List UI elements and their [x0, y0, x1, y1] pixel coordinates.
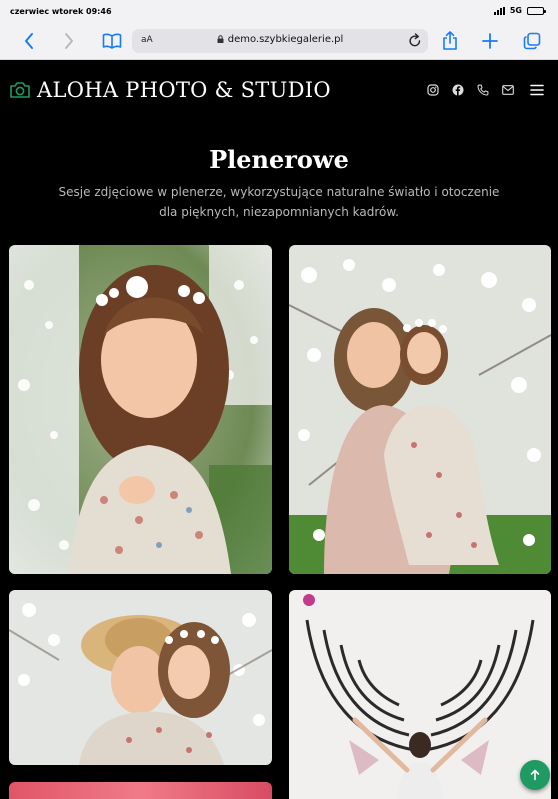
mother-daughter-blossoms-photo — [289, 245, 551, 574]
url-display[interactable]: demo.szybkiegalerie.pl — [132, 34, 428, 45]
phone-icon — [477, 84, 489, 96]
status-time: czerwiec wtorek 09:46 — [10, 7, 112, 16]
menu-button[interactable] — [530, 83, 544, 97]
brand-logo-link[interactable]: ALOHA PHOTO & STUDIO — [9, 78, 331, 102]
new-tab-button[interactable] — [477, 28, 503, 54]
facebook-link[interactable] — [451, 83, 465, 97]
site-header: ALOHA PHOTO & STUDIO — [0, 60, 558, 122]
section-title: Plenerowe — [209, 145, 349, 174]
girl-flower-crown-photo — [9, 245, 272, 574]
mother-hat-daughter-photo — [9, 590, 272, 765]
battery-icon — [527, 6, 546, 15]
social-links — [426, 83, 544, 97]
address-bar[interactable]: aA demo.szybkiegalerie.pl — [132, 29, 428, 53]
tabs-icon — [523, 32, 541, 50]
angel-wings-mural-photo — [289, 590, 551, 799]
facebook-icon — [452, 84, 464, 96]
back-button[interactable] — [16, 28, 42, 54]
section-description: Sesje zdjęciowe w plenerze, wykorzystują… — [58, 185, 500, 219]
share-button[interactable] — [437, 28, 463, 54]
instagram-link[interactable] — [426, 83, 440, 97]
chevron-right-icon — [65, 33, 73, 49]
browser-toolbar: aA demo.szybkiegalerie.pl — [0, 22, 558, 60]
camera-icon — [10, 82, 30, 98]
mail-icon — [502, 85, 514, 95]
share-icon — [443, 31, 457, 50]
reload-icon — [409, 33, 421, 47]
hamburger-menu-icon — [530, 84, 544, 96]
back-to-top-button[interactable] — [520, 760, 550, 790]
brand-name: ALOHA PHOTO & STUDIO — [37, 78, 331, 102]
instagram-icon — [427, 84, 439, 96]
book-icon — [102, 33, 122, 49]
status-indicators: 5G — [493, 6, 546, 15]
chevron-left-icon — [25, 33, 33, 49]
arrow-up-icon — [530, 769, 540, 781]
tabs-button[interactable] — [519, 28, 545, 54]
signal-icon — [493, 6, 505, 15]
plus-icon — [482, 33, 498, 49]
status-bar: czerwiec wtorek 09:46 5G — [0, 0, 558, 22]
bookmarks-button[interactable] — [99, 28, 125, 54]
network-label: 5G — [509, 6, 522, 15]
reload-button[interactable] — [408, 33, 422, 52]
gallery-photo[interactable] — [9, 245, 272, 574]
gallery-photo[interactable] — [289, 245, 551, 574]
mail-link[interactable] — [501, 83, 515, 97]
forward-button[interactable] — [56, 28, 82, 54]
gallery-photo[interactable] — [9, 782, 272, 799]
gallery-photo[interactable] — [289, 590, 551, 799]
gallery-photo[interactable] — [9, 590, 272, 765]
phone-link[interactable] — [476, 83, 490, 97]
url-text: demo.szybkiegalerie.pl — [227, 34, 344, 45]
lock-icon — [217, 35, 224, 43]
